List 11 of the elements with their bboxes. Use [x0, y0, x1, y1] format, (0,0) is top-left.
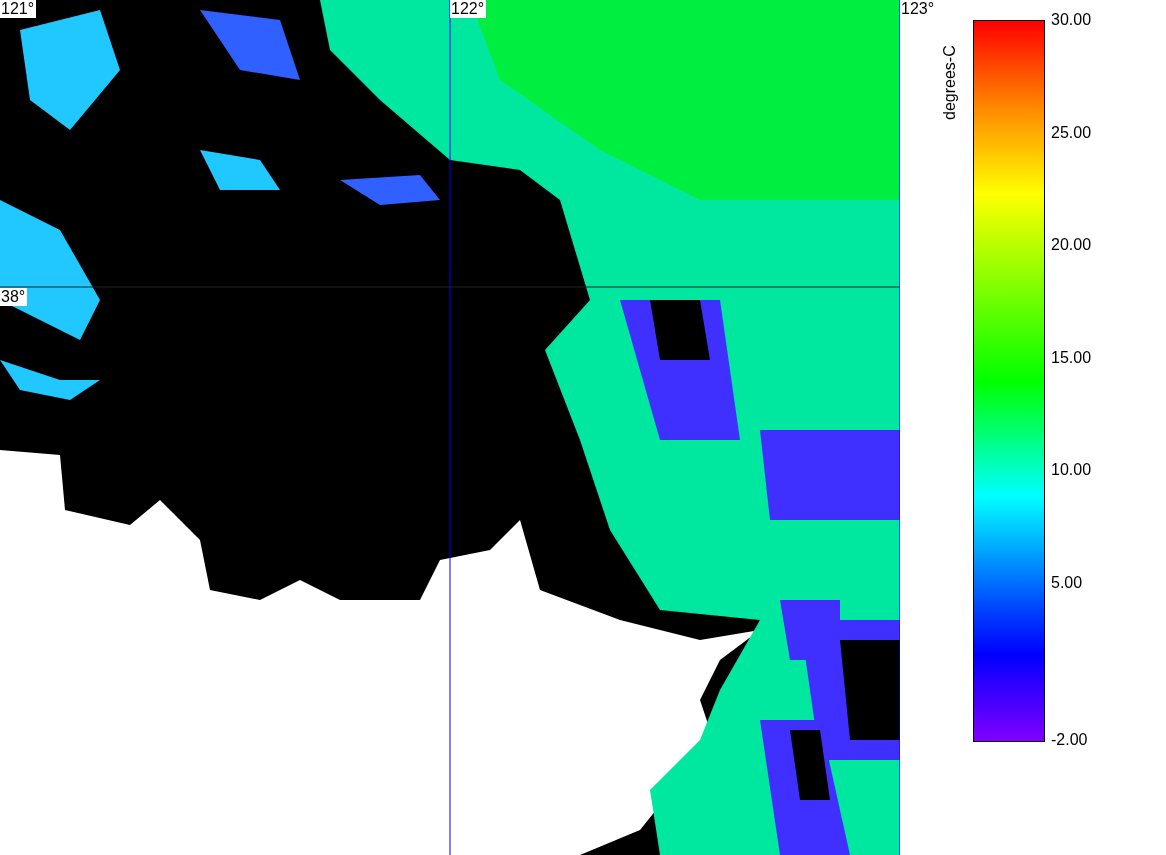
longitude-label: 121° — [0, 0, 37, 18]
colorbar-tick-label: 20.00 — [1050, 236, 1092, 254]
colorbar-title: degrees-C — [941, 44, 959, 120]
colorbar-tick-label: -2.00 — [1050, 731, 1088, 749]
colorbar-tick-label: 30.00 — [1050, 11, 1092, 29]
colorbar-tick-label: 5.00 — [1050, 573, 1083, 592]
colorbar-tick-label: 15.00 — [1050, 348, 1092, 367]
latitude-label: 38° — [0, 288, 28, 306]
longitude-label: 122° — [450, 0, 487, 18]
colorbar-tick-label: 10.00 — [1050, 461, 1092, 479]
colorbar-tick-label: 25.00 — [1050, 123, 1092, 142]
